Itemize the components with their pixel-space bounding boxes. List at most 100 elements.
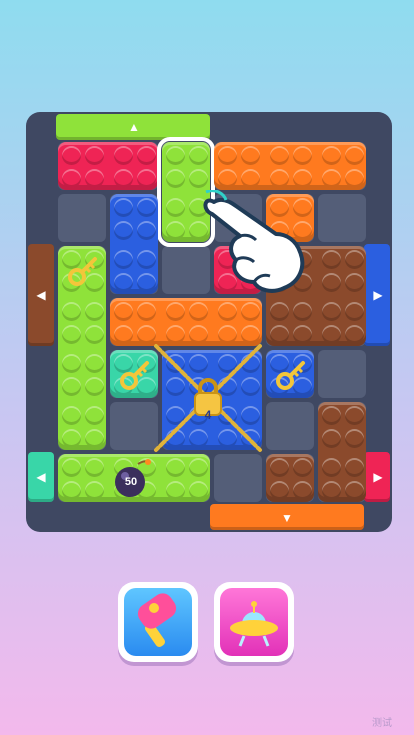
block-stud [345, 146, 364, 165]
blue-right-block[interactable] [266, 350, 314, 398]
block-stud [270, 481, 289, 500]
block-stud [166, 302, 185, 321]
block-stud [85, 325, 104, 344]
block-stud [270, 169, 289, 188]
lock-counter: 4 [204, 408, 212, 422]
block-stud [85, 406, 104, 425]
key-icon [120, 361, 149, 390]
red-block[interactable] [58, 142, 158, 190]
block-stud [62, 377, 81, 396]
gate-arrow-icon: ▲ [128, 120, 140, 134]
block-stud [293, 458, 312, 477]
block-stud [166, 458, 185, 477]
empty-cell [214, 454, 262, 502]
block-stud [322, 458, 341, 477]
hammer-icon [137, 593, 177, 647]
gate-arrow-icon: ▶ [373, 470, 383, 484]
green-left-block[interactable] [58, 246, 106, 450]
game-screen: ▲ ◀ ◀ ▶ ▶ ▼ 4 50 测试 [0, 0, 414, 735]
empty-cell [58, 194, 106, 242]
block-stud [114, 198, 133, 217]
hammer-booster-button[interactable] [118, 582, 198, 662]
block-stud [166, 198, 185, 217]
block-stud [85, 169, 104, 188]
block-stud [189, 146, 208, 165]
block-stud [322, 406, 341, 425]
block-stud [137, 169, 156, 188]
block-stud [189, 458, 208, 477]
brown-bottom-block[interactable] [266, 454, 314, 502]
key-icon [68, 257, 97, 286]
block-stud [189, 481, 208, 500]
block-stud [322, 429, 341, 448]
block-stud [85, 354, 104, 373]
block-stud [293, 146, 312, 165]
empty-cell [318, 350, 366, 398]
block-stud [114, 325, 133, 344]
block-stud [85, 302, 104, 321]
gate-arrow-icon: ◀ [36, 288, 46, 302]
blue-block[interactable] [110, 194, 158, 294]
block-stud [241, 146, 260, 165]
key-icon [276, 361, 305, 390]
block-stud [114, 250, 133, 269]
block-stud [62, 429, 81, 448]
block-stud [345, 302, 364, 321]
block-stud [270, 458, 289, 477]
block-stud [166, 221, 185, 240]
block-stud [166, 169, 185, 188]
block-stud [62, 406, 81, 425]
block-stud [166, 481, 185, 500]
block-stud [137, 221, 156, 240]
block-stud [345, 273, 364, 292]
gate-arrow-icon: ▼ [281, 511, 293, 525]
block-stud [345, 406, 364, 425]
block-stud [85, 377, 104, 396]
orange-top-block[interactable] [214, 142, 366, 190]
block-stud [293, 169, 312, 188]
block-stud [345, 250, 364, 269]
block-stud [293, 481, 312, 500]
chain-lock [154, 344, 262, 452]
orange-middle-block[interactable] [110, 298, 262, 346]
empty-cell [266, 402, 314, 450]
block-stud [345, 481, 364, 500]
block-stud [218, 169, 237, 188]
brown-right-block[interactable] [318, 402, 366, 502]
block-stud [62, 481, 81, 500]
block-stud [85, 146, 104, 165]
block-stud [114, 169, 133, 188]
block-stud [293, 325, 312, 344]
block-stud [241, 169, 260, 188]
block-stud [85, 429, 104, 448]
bomb-counter: 50 [124, 476, 138, 488]
block-stud [322, 146, 341, 165]
block-stud [62, 325, 81, 344]
block-stud [62, 354, 81, 373]
block-stud [114, 146, 133, 165]
block-stud [322, 481, 341, 500]
block-stud [137, 302, 156, 321]
block-stud [62, 169, 81, 188]
block-stud [137, 146, 156, 165]
block-stud [137, 198, 156, 217]
empty-cell [318, 194, 366, 242]
block-stud [62, 458, 81, 477]
block-stud [114, 273, 133, 292]
ufo-icon [230, 601, 278, 647]
block-stud [322, 302, 341, 321]
block-stud [85, 458, 104, 477]
block-stud [114, 302, 133, 321]
block-stud [322, 250, 341, 269]
block-stud [218, 146, 237, 165]
block-stud [322, 273, 341, 292]
block-stud [270, 325, 289, 344]
block-stud [62, 302, 81, 321]
block-stud [322, 325, 341, 344]
gate-arrow-icon: ▶ [373, 288, 383, 302]
block-stud [345, 325, 364, 344]
watermark: 测试 [372, 718, 392, 729]
block-stud [114, 221, 133, 240]
block-stud [345, 429, 364, 448]
ufo-booster-button[interactable] [214, 582, 294, 662]
